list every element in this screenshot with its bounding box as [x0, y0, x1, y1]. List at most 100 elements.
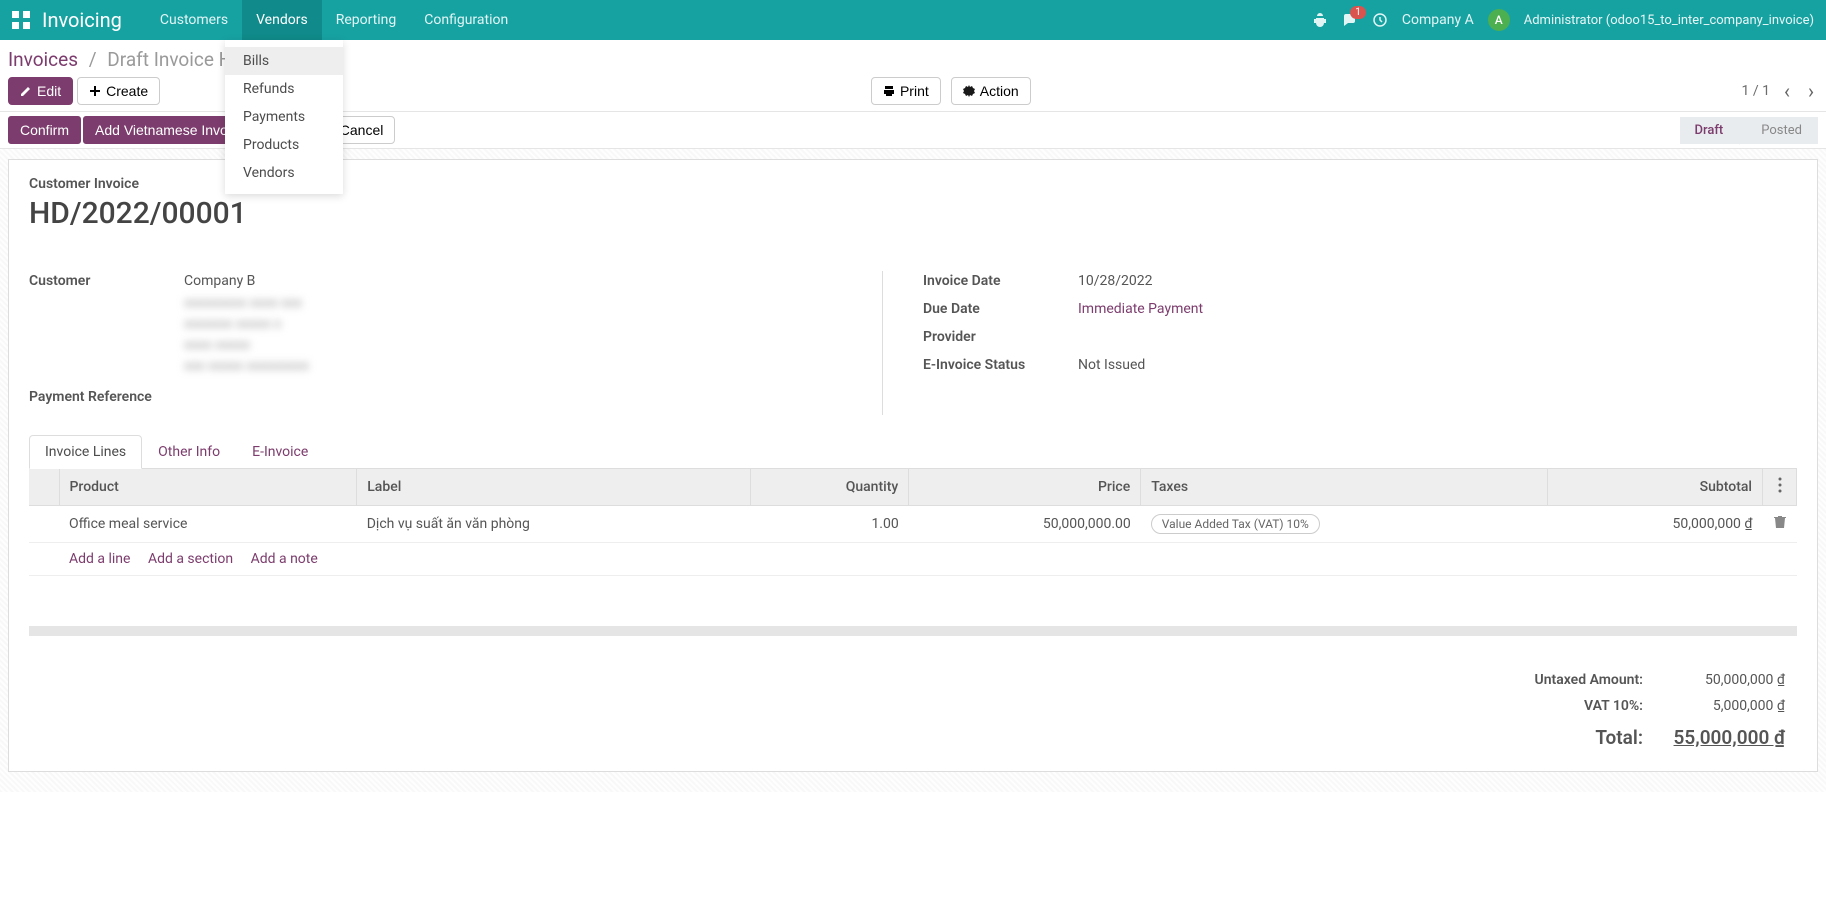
tab-invoice-lines[interactable]: Invoice Lines [29, 435, 142, 469]
th-label[interactable]: Label [357, 469, 751, 506]
cp-left: Edit Create [8, 77, 160, 105]
total-value: 55,000,000 ₫ [1655, 720, 1795, 753]
dropdown-item-refunds[interactable]: Refunds [225, 75, 343, 103]
untaxed-value: 50,000,000 ₫ [1655, 668, 1795, 692]
discuss-icon[interactable]: 1 [1342, 12, 1358, 28]
apps-icon[interactable] [12, 11, 30, 29]
form-col-left: Customer Company B xxxxxxxxx xxxx xxx xx… [29, 271, 903, 415]
dropdown-item-bills[interactable]: Bills [225, 47, 343, 75]
print-button[interactable]: Print [871, 77, 941, 105]
vat-label: VAT 10%: [1525, 694, 1654, 718]
form-fields-row: Customer Company B xxxxxxxxx xxxx xxx xx… [29, 271, 1797, 415]
pager-text[interactable]: 1 / 1 [1742, 83, 1770, 99]
print-icon [883, 85, 895, 97]
totals-total-row: Total: 55,000,000 ₫ [1525, 720, 1796, 753]
cp-right: 1 / 1 ‹ › [1742, 80, 1819, 102]
print-label: Print [900, 83, 929, 99]
vertical-divider [882, 271, 883, 415]
activity-icon[interactable] [1372, 12, 1388, 28]
row-handle[interactable] [29, 506, 59, 543]
invoice-number: HD/2022/00001 [29, 196, 1797, 231]
vendors-dropdown: Bills Refunds Payments Products Vendors [225, 40, 343, 194]
payment-reference-value [184, 387, 882, 389]
cp-center: Print Action [160, 77, 1741, 105]
dropdown-item-vendors[interactable]: Vendors [225, 159, 343, 187]
customer-link[interactable]: Company B [184, 273, 255, 289]
user-avatar[interactable]: A [1488, 9, 1510, 31]
cell-quantity[interactable]: 1.00 [751, 506, 909, 543]
add-section-link[interactable]: Add a section [148, 551, 233, 567]
tab-e-invoice[interactable]: E-Invoice [236, 435, 324, 469]
cell-label[interactable]: Dịch vụ suất ăn văn phòng [357, 506, 751, 543]
cell-product[interactable]: Office meal service [59, 506, 357, 543]
th-product[interactable]: Product [59, 469, 357, 506]
navbar: Invoicing Customers Vendors Reporting Co… [0, 0, 1826, 40]
address-line: xxxxxxxxx xxxx xxx [184, 293, 882, 314]
pager-prev-icon[interactable]: ‹ [1780, 80, 1794, 102]
bug-icon[interactable] [1312, 12, 1328, 28]
th-taxes[interactable]: Taxes [1141, 469, 1548, 506]
create-label: Create [106, 83, 148, 99]
cell-price[interactable]: 50,000,000.00 [909, 506, 1141, 543]
address-line: xxx xxxxx xxxxxxxxx [184, 356, 882, 377]
plus-icon [89, 85, 101, 97]
trash-icon[interactable] [1773, 517, 1787, 533]
table-row[interactable]: Office meal service Dịch vụ suất ăn văn … [29, 506, 1797, 543]
th-handle [29, 469, 59, 506]
edit-button[interactable]: Edit [8, 77, 73, 105]
due-date-label: Due Date [923, 299, 1078, 317]
nav-item-reporting[interactable]: Reporting [322, 0, 411, 40]
customer-value-wrap: Company B xxxxxxxxx xxxx xxx xxxxxxx xxx… [184, 271, 882, 377]
status-stage-draft[interactable]: Draft [1680, 117, 1739, 144]
einvoice-status-value: Not Issued [1078, 355, 1797, 373]
totals-untaxed-row: Untaxed Amount: 50,000,000 ₫ [1525, 668, 1796, 692]
user-menu[interactable]: Administrator (odoo15_to_inter_company_i… [1524, 13, 1814, 28]
th-subtotal[interactable]: Subtotal [1547, 469, 1762, 506]
cell-delete[interactable] [1763, 506, 1797, 543]
table-actions-row: Add a line Add a section Add a note [29, 543, 1797, 576]
confirm-button[interactable]: Confirm [8, 116, 81, 144]
field-customer: Customer Company B xxxxxxxxx xxxx xxx xx… [29, 271, 882, 377]
vat-value: 5,000,000 ₫ [1655, 694, 1795, 718]
tab-other-info[interactable]: Other Info [142, 435, 236, 469]
cell-taxes[interactable]: Value Added Tax (VAT) 10% [1141, 506, 1548, 543]
kebab-icon[interactable] [1778, 481, 1782, 497]
th-quantity[interactable]: Quantity [751, 469, 909, 506]
cell-subtotal[interactable]: 50,000,000 ₫ [1547, 506, 1762, 543]
nav-item-customers[interactable]: Customers [146, 0, 242, 40]
invoice-date-value: 10/28/2022 [1078, 271, 1797, 289]
breadcrumb-root[interactable]: Invoices [8, 48, 78, 71]
pencil-icon [20, 85, 32, 97]
dropdown-item-payments[interactable]: Payments [225, 103, 343, 131]
address-line: xxxxxxx xxxxx x [184, 314, 882, 335]
company-switcher[interactable]: Company A [1402, 12, 1474, 28]
due-date-value[interactable]: Immediate Payment [1078, 299, 1797, 317]
th-options[interactable] [1763, 469, 1797, 506]
add-line-link[interactable]: Add a line [69, 551, 130, 567]
provider-label: Provider [923, 327, 1078, 345]
customer-label: Customer [29, 271, 184, 289]
th-price[interactable]: Price [909, 469, 1141, 506]
address-line: xxxx xxxxx [184, 335, 882, 356]
add-note-link[interactable]: Add a note [251, 551, 318, 567]
field-invoice-date: Invoice Date 10/28/2022 [923, 271, 1797, 289]
row-actions: Add a line Add a section Add a note [59, 543, 1797, 576]
dropdown-item-products[interactable]: Products [225, 131, 343, 159]
sheet-background: Customer Invoice HD/2022/00001 Customer … [0, 149, 1826, 792]
pager-next-icon[interactable]: › [1804, 80, 1818, 102]
nav-right: 1 Company A A Administrator (odoo15_to_i… [1312, 9, 1814, 31]
app-title[interactable]: Invoicing [42, 8, 122, 32]
tabs: Invoice Lines Other Info E-Invoice [29, 435, 1797, 469]
table-empty-row [29, 576, 1797, 606]
horizontal-scrollbar[interactable] [29, 626, 1797, 636]
field-due-date: Due Date Immediate Payment [923, 299, 1797, 317]
create-button[interactable]: Create [77, 77, 160, 105]
totals: Untaxed Amount: 50,000,000 ₫ VAT 10%: 5,… [29, 666, 1797, 755]
field-provider: Provider [923, 327, 1797, 345]
action-button[interactable]: Action [951, 77, 1031, 105]
nav-item-vendors[interactable]: Vendors [242, 0, 322, 40]
discuss-badge: 1 [1350, 6, 1366, 19]
field-payment-reference: Payment Reference [29, 387, 882, 405]
status-stage-posted[interactable]: Posted [1739, 117, 1818, 144]
nav-item-configuration[interactable]: Configuration [410, 0, 522, 40]
